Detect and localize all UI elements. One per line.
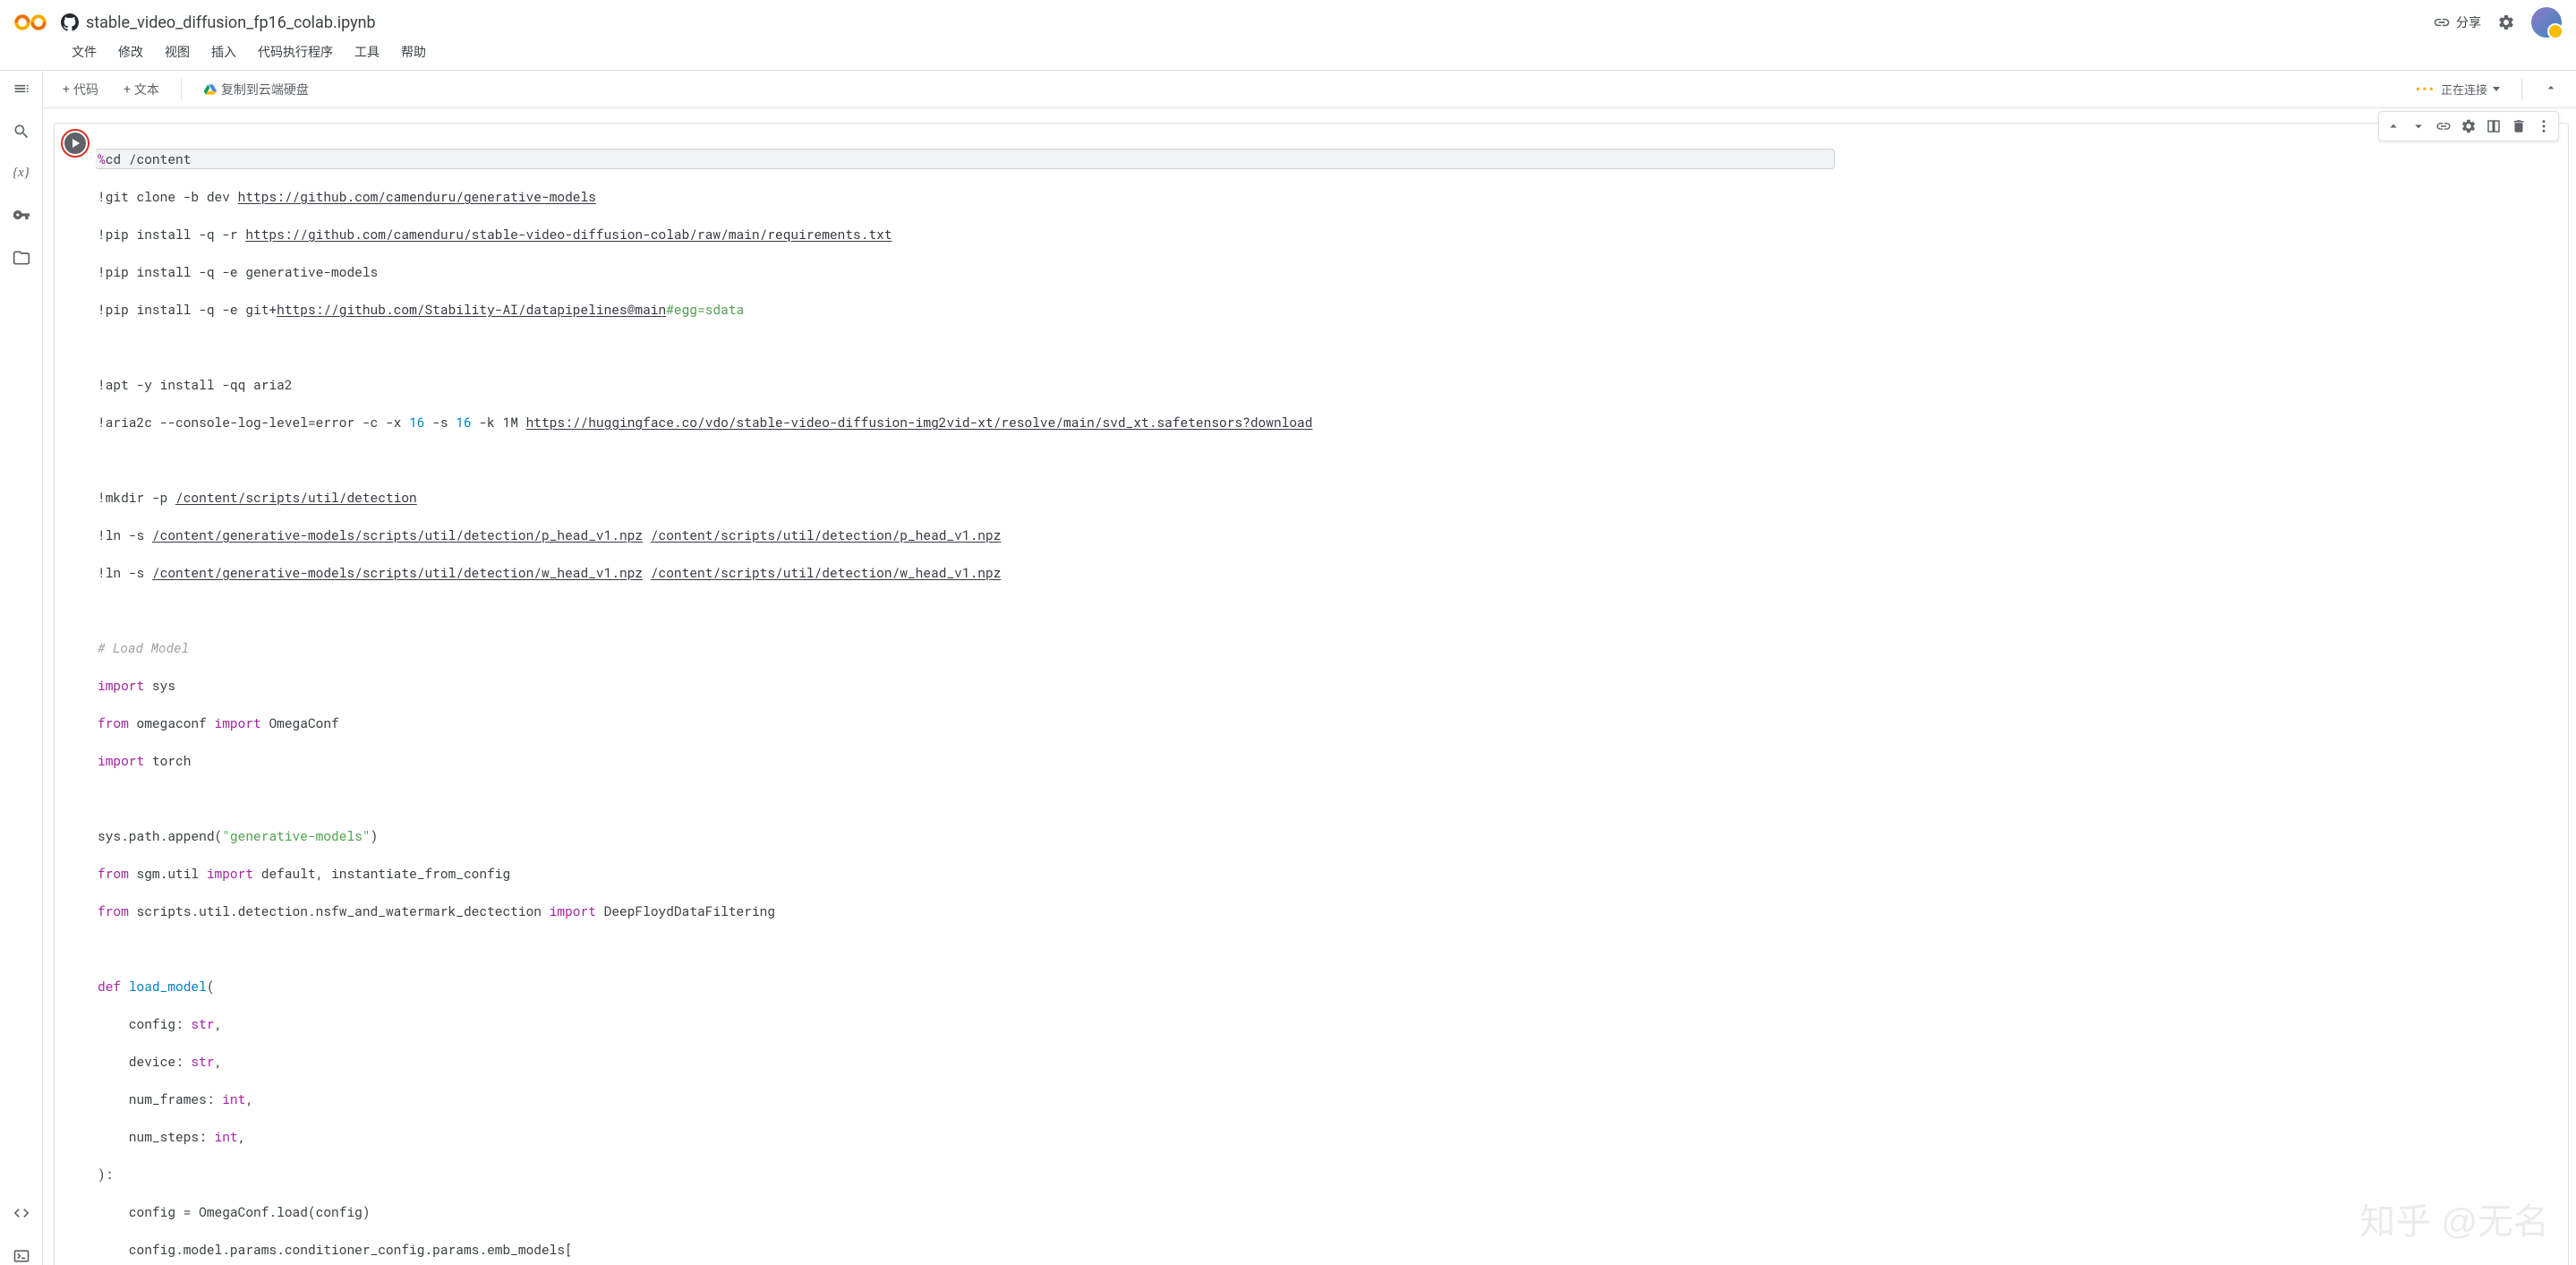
- search-icon[interactable]: [13, 123, 30, 141]
- collapse-button[interactable]: [2537, 77, 2565, 102]
- chevron-down-icon: [2493, 87, 2500, 91]
- content: + 代码 + 文本 复制到云端硬盘 ••• 正在连接: [43, 71, 2576, 1265]
- menu-runtime[interactable]: 代码执行程序: [249, 39, 342, 64]
- menu-insert[interactable]: 插入: [202, 39, 245, 64]
- connecting-label: 正在连接: [2441, 81, 2487, 98]
- folder-icon[interactable]: [13, 249, 30, 267]
- toc-icon[interactable]: [13, 80, 30, 98]
- variables-icon[interactable]: {x}: [13, 166, 30, 181]
- toolbar: + 代码 + 文本 复制到云端硬盘 ••• 正在连接: [43, 71, 2576, 108]
- add-text-button[interactable]: + 文本: [115, 77, 168, 102]
- colab-logo[interactable]: [14, 6, 47, 38]
- share-label: 分享: [2456, 13, 2481, 31]
- share-button[interactable]: 分享: [2433, 13, 2481, 31]
- loading-dots-icon: •••: [2416, 81, 2435, 98]
- code-editor[interactable]: %cd /content !git clone -b dev https://g…: [96, 124, 2568, 1265]
- menu-edit[interactable]: 修改: [109, 39, 152, 64]
- key-icon[interactable]: [13, 206, 30, 224]
- copy-to-drive-button[interactable]: 复制到云端硬盘: [194, 77, 318, 102]
- code-snippet-icon[interactable]: [13, 1204, 30, 1222]
- menu-tools[interactable]: 工具: [345, 39, 388, 64]
- add-code-button[interactable]: + 代码: [54, 77, 107, 102]
- notebook-area[interactable]: %cd /content !git clone -b dev https://g…: [43, 108, 2576, 1265]
- drive-icon: [203, 82, 218, 97]
- menu-view[interactable]: 视图: [156, 39, 199, 64]
- connect-button[interactable]: ••• 正在连接: [2409, 77, 2507, 101]
- menubar: 文件 修改 视图 插入 代码执行程序 工具 帮助: [0, 39, 2576, 71]
- run-cell-button[interactable]: [61, 129, 90, 158]
- code-cell[interactable]: %cd /content !git clone -b dev https://g…: [54, 123, 2569, 1265]
- chevron-up-icon: [2544, 81, 2558, 95]
- link-icon: [2433, 13, 2451, 31]
- menu-file[interactable]: 文件: [63, 39, 106, 64]
- play-icon: [73, 139, 80, 148]
- menu-help[interactable]: 帮助: [392, 39, 435, 64]
- terminal-icon[interactable]: [13, 1247, 30, 1265]
- gear-icon[interactable]: [2497, 13, 2515, 31]
- header: stable_video_diffusion_fp16_colab.ipynb …: [0, 0, 2576, 39]
- notebook-title[interactable]: stable_video_diffusion_fp16_colab.ipynb: [86, 13, 376, 32]
- sidebar: {x}: [0, 71, 43, 1265]
- github-icon: [61, 13, 79, 31]
- avatar[interactable]: [2531, 7, 2562, 38]
